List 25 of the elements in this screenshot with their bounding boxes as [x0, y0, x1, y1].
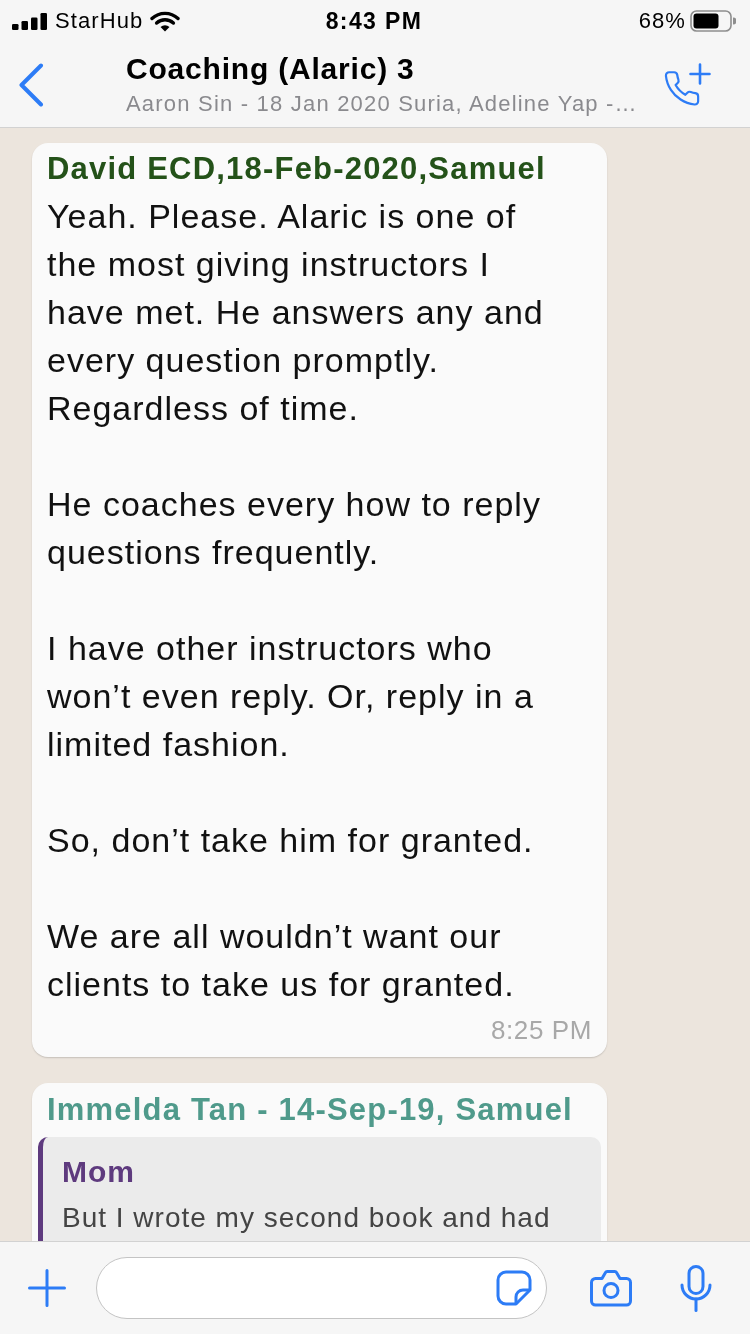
message-text: I have other instructors who won’t even reply. Or, reply in a limited fashion.: [47, 628, 535, 765]
message-time: 8:25 PM: [490, 1015, 592, 1045]
battery-icon: [690, 10, 736, 32]
back-icon[interactable]: [18, 62, 44, 107]
phone-plus-icon[interactable]: [664, 62, 712, 107]
wifi-icon: [150, 10, 181, 32]
sender-name: David ECD,18-Feb-2020,Samuel: [47, 150, 546, 188]
sender-name: Immelda Tan - 14-Sep-19, Samuel: [46, 1091, 573, 1129]
microphone-icon[interactable]: [680, 1264, 712, 1312]
plus-icon[interactable]: [28, 1269, 66, 1307]
message-text: We are all wouldn’t want our clients to take us for granted.: [47, 916, 516, 1005]
chat-title[interactable]: Coaching (Alaric) 3: [126, 51, 415, 87]
carrier-name: StarHub: [55, 8, 144, 34]
quote-author: Mom: [62, 1154, 135, 1190]
message-text: He coaches every how to reply questions frequently.: [47, 484, 542, 573]
camera-icon[interactable]: [590, 1269, 632, 1307]
quoted-message[interactable]: Mom But I wrote my second book and had: [38, 1137, 601, 1241]
signal-icon: [12, 12, 48, 30]
status-time: 8:43 PM: [325, 8, 423, 34]
quote-text: But I wrote my second book and had: [62, 1201, 551, 1235]
sticker-icon[interactable]: [496, 1270, 532, 1306]
battery-percent: 68%: [638, 8, 686, 34]
message-text: Yeah. Please. Alaric is one of the most giving instructors I have met. He answers any and every question promptly. Regardless of time.: [47, 196, 545, 429]
message-text: So, don’t take him for granted.: [47, 820, 535, 861]
chat-members: Aaron Sin - 18 Jan 2020 Suria, Adeline Yap -…: [126, 90, 638, 118]
